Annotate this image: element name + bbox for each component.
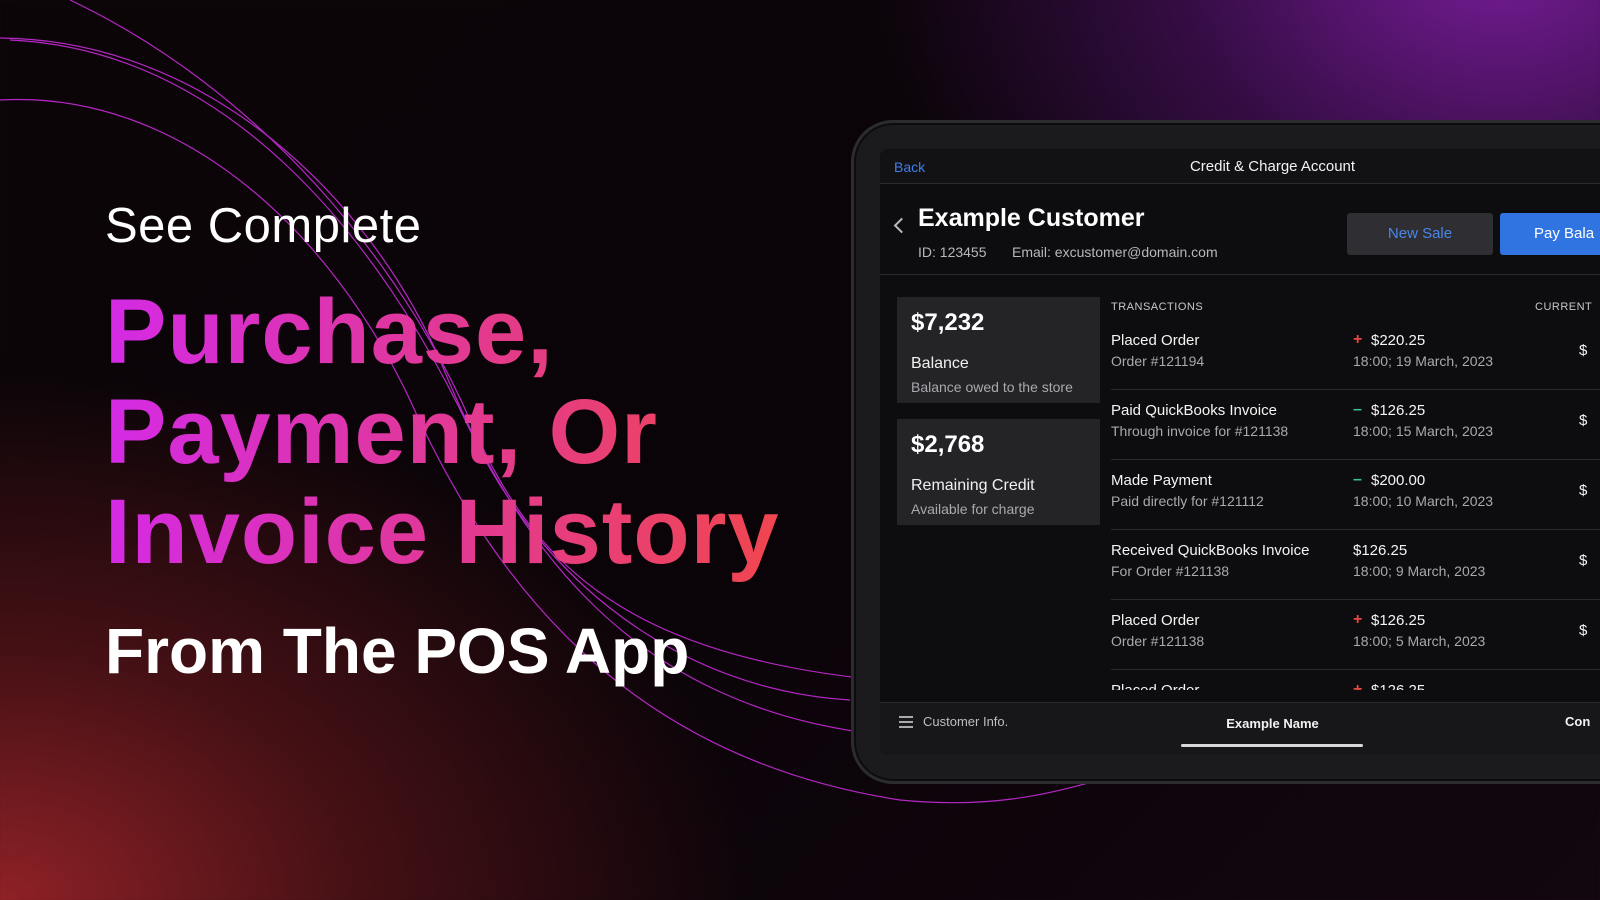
credit-label: Remaining Credit: [911, 477, 1035, 494]
transaction-current: $: [1579, 342, 1588, 359]
minus-icon: –: [1353, 471, 1362, 488]
transaction-title: Made Payment: [1111, 472, 1212, 489]
transaction-row[interactable]: Received QuickBooks Invoice For Order #1…: [1111, 529, 1600, 600]
chevron-left-icon[interactable]: [893, 217, 910, 234]
customer-email: Email: excustomer@domain.com: [1012, 244, 1218, 260]
app-screen: Back Credit & Charge Account Example Cus…: [880, 149, 1600, 755]
credit-card: $2,768 Remaining Credit Available for ch…: [897, 419, 1100, 525]
balance-label: Balance: [911, 355, 969, 372]
hero-line-2: Payment, Or: [105, 381, 658, 483]
transaction-title: Placed Order: [1111, 332, 1200, 349]
transaction-row[interactable]: Made Payment Paid directly for #121112 –…: [1111, 459, 1600, 530]
transaction-current: $: [1579, 412, 1588, 429]
hero-text: See Complete Purchase, Payment, Or Invoi…: [105, 196, 780, 686]
transaction-amount: $126.25: [1371, 402, 1426, 419]
balance-amount: $7,232: [911, 309, 985, 336]
transaction-amount: $126.25: [1353, 542, 1408, 559]
transaction-row[interactable]: Placed Order Order #121138 + $126.25 18:…: [1111, 599, 1600, 670]
transaction-date: 18:00; 9 March, 2023: [1353, 563, 1486, 579]
transaction-title: Placed Order: [1111, 682, 1199, 690]
transaction-current: $: [1579, 622, 1588, 639]
credit-amount: $2,768: [911, 431, 985, 458]
transaction-row[interactable]: Placed Order Order #121194 + $220.25 18:…: [1111, 319, 1600, 390]
transaction-row[interactable]: Paid QuickBooks Invoice Through invoice …: [1111, 389, 1600, 460]
transactions-header: TRANSACTIONS: [1111, 301, 1204, 313]
hero-pre-title: See Complete: [105, 199, 422, 253]
pay-balance-button[interactable]: Pay Bala: [1500, 213, 1600, 255]
transaction-current: $: [1579, 552, 1588, 569]
hero-line-1: Purchase,: [105, 281, 554, 383]
credit-subtitle: Available for charge: [911, 501, 1035, 517]
example-name-label: Example Name: [1226, 716, 1319, 731]
transaction-subtitle: For Order #121138: [1111, 563, 1230, 579]
plus-icon: +: [1353, 331, 1363, 348]
transaction-amount: $200.00: [1371, 472, 1426, 489]
transaction-date: 18:00; 19 March, 2023: [1353, 353, 1494, 369]
transaction-row[interactable]: Placed Order + $126.25: [1111, 669, 1600, 690]
transactions-list[interactable]: TRANSACTIONS CURRENT Placed Order Order …: [1111, 297, 1600, 690]
transaction-amount: $220.25: [1371, 332, 1426, 349]
transaction-date: 18:00; 5 March, 2023: [1353, 633, 1486, 649]
transaction-subtitle: Paid directly for #121112: [1111, 493, 1264, 509]
balance-subtitle: Balance owed to the store: [911, 379, 1073, 395]
transaction-title: Placed Order: [1111, 612, 1200, 629]
bottom-right-item[interactable]: Con: [1565, 714, 1590, 729]
current-header: CURRENT: [1535, 301, 1593, 313]
transaction-current: $: [1579, 482, 1588, 499]
hero-line-3: Invoice History: [105, 481, 780, 583]
nav-title: Credit & Charge Account: [1189, 158, 1356, 175]
customer-header: Example Customer ID: 123455 Email: excus…: [880, 184, 1600, 275]
tablet-device: Back Credit & Charge Account Example Cus…: [851, 120, 1600, 784]
transaction-date: 18:00; 15 March, 2023: [1353, 423, 1494, 439]
new-sale-button[interactable]: New Sale: [1347, 213, 1493, 255]
customer-name: Example Customer: [918, 204, 1145, 232]
transaction-date: 18:00; 10 March, 2023: [1353, 493, 1494, 509]
nav-bar: Back Credit & Charge Account: [880, 149, 1600, 184]
transaction-amount: $126.25: [1371, 612, 1426, 629]
hero-post-title: From The POS App: [105, 615, 690, 687]
balance-card: $7,232 Balance Balance owed to the store: [897, 297, 1100, 403]
transaction-amount: $126.25: [1371, 682, 1425, 690]
transaction-subtitle: Order #121138: [1111, 633, 1205, 649]
customer-id: ID: 123455: [918, 244, 987, 260]
transaction-title: Received QuickBooks Invoice: [1111, 542, 1310, 559]
minus-icon: –: [1353, 401, 1362, 418]
hero-headline: Purchase, Payment, Or Invoice History: [105, 282, 780, 582]
home-indicator: [1181, 744, 1363, 747]
transaction-title: Paid QuickBooks Invoice: [1111, 402, 1277, 419]
plus-icon: +: [1353, 611, 1363, 628]
transaction-subtitle: Order #121194: [1111, 353, 1205, 369]
transaction-subtitle: Through invoice for #121138: [1111, 423, 1289, 439]
plus-icon: +: [1353, 681, 1363, 690]
bottom-bar: Customer Info. Example Name Con: [880, 702, 1600, 755]
